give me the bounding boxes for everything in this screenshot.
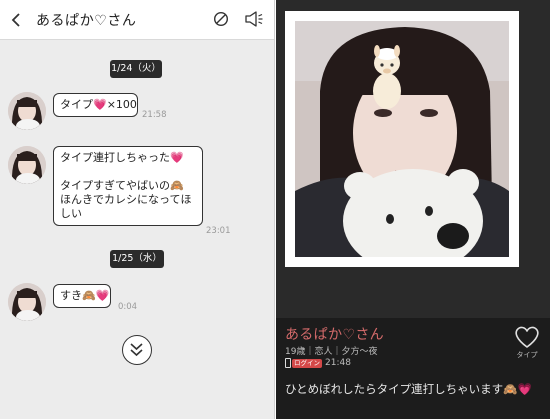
message-time: 0:04: [118, 302, 138, 312]
avatar[interactable]: [8, 283, 46, 321]
chat-panel: あるぱか♡さん 1/24（火） タイプ💗×100 21:58 タイプ連打しちゃっ…: [0, 0, 275, 419]
chevron-left-icon: [11, 13, 20, 27]
back-button[interactable]: [8, 9, 26, 31]
profile-comment: ひとめぼれしたらタイプ連打しちゃいます🙈💗: [285, 382, 532, 396]
message-bubble: タイプ連打しちゃった💗 タイプすぎてやばいの🙈 ほんきでカレシになってほ しい: [53, 146, 203, 226]
avatar-photo: [8, 146, 46, 184]
profile-photo-image: [295, 21, 509, 257]
login-time: 21:48: [325, 358, 351, 368]
report-button[interactable]: [244, 10, 264, 28]
like-label: タイプ: [516, 351, 538, 359]
profile-meta: 19歳｜恋人｜夕方〜夜: [285, 347, 378, 357]
chat-header: あるぱか♡さん: [0, 0, 274, 40]
avatar-photo: [8, 283, 46, 321]
message-bubble: タイプ💗×100: [53, 93, 138, 117]
block-icon: [213, 11, 229, 27]
message-time: 23:01: [206, 226, 231, 236]
like-button[interactable]: タイプ: [512, 324, 542, 364]
message-time: 21:58: [142, 110, 167, 120]
block-button[interactable]: [213, 11, 229, 27]
profile-photo-area: [276, 0, 550, 318]
login-badge: ログイン: [292, 358, 322, 368]
avatar[interactable]: [8, 92, 46, 130]
message-text: タイプすぎてやばいの🙈: [60, 179, 184, 192]
message-text: しい: [60, 207, 82, 220]
profile-name: あるぱか♡さん: [285, 327, 384, 343]
message-bubble: すき🙈💗: [53, 284, 111, 308]
avatar-photo: [8, 92, 46, 130]
date-divider: 1/25（水）: [110, 250, 164, 268]
login-status: ログイン 21:48: [285, 358, 351, 370]
profile-photo[interactable]: [295, 21, 509, 257]
megaphone-icon: [245, 11, 263, 27]
message-text: タイプ連打しちゃった💗: [60, 151, 184, 164]
message-text: すき🙈💗: [60, 289, 110, 302]
chat-title: あるぱか♡さん: [36, 13, 137, 29]
smartphone-icon: [285, 358, 291, 368]
scroll-down-button[interactable]: [122, 335, 152, 365]
photo-frame: [285, 11, 519, 267]
message-text: ほんきでカレシになってほ: [60, 193, 192, 206]
message-text: タイプ💗×100: [60, 98, 137, 111]
profile-panel: あるぱか♡さん 19歳｜恋人｜夕方〜夜 ログイン 21:48 タイプ ひとめぼれし…: [276, 0, 550, 419]
date-divider: 1/24（火）: [110, 60, 162, 78]
avatar[interactable]: [8, 146, 46, 184]
profile-info: あるぱか♡さん 19歳｜恋人｜夕方〜夜 ログイン 21:48 タイプ ひとめぼれし…: [276, 318, 550, 419]
double-chevron-down-icon: [130, 343, 143, 357]
heart-icon: [515, 326, 539, 348]
message-text: [60, 165, 196, 179]
